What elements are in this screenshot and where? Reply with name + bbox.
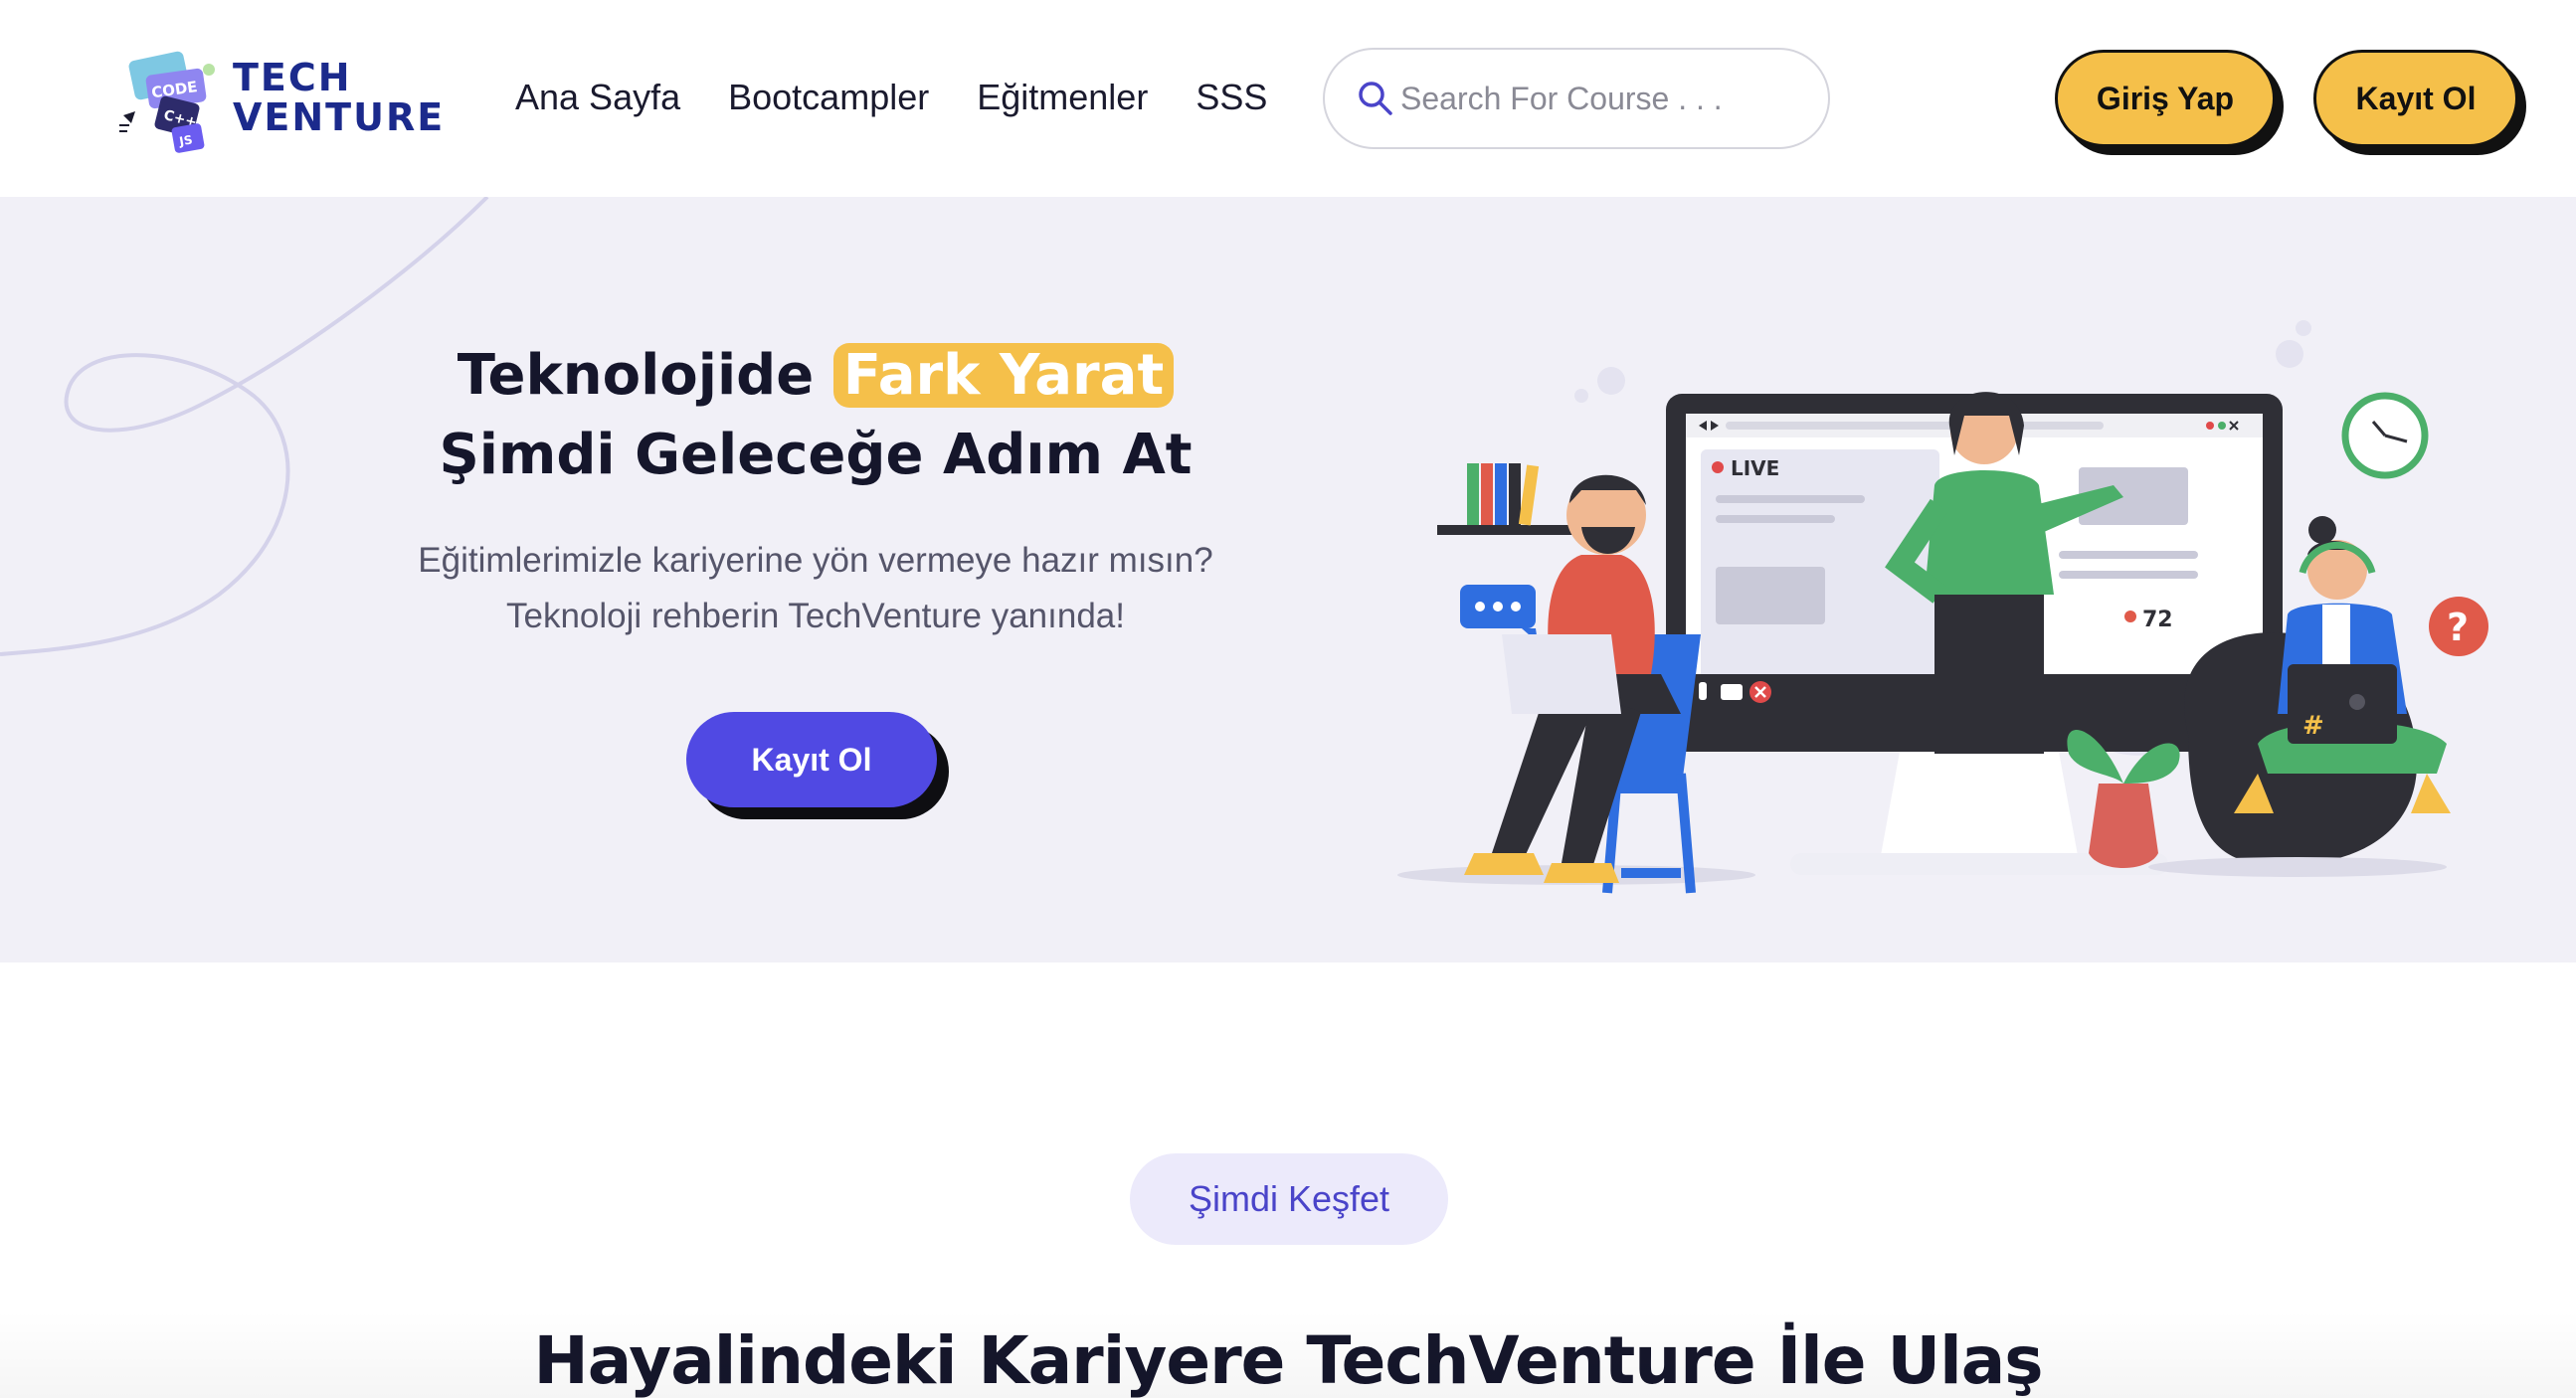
login-button[interactable]: Giriş Yap xyxy=(2055,50,2276,147)
explore-now-badge[interactable]: Şimdi Keşfet xyxy=(1130,1153,1448,1245)
hero-subtitle-line2: Teknoloji rehberin TechVenture yanında! xyxy=(505,597,1125,635)
hero-headline: Teknolojide Fark Yarat Şimdi Geleceğe Ad… xyxy=(358,336,1273,495)
hero-section: Teknolojide Fark Yarat Şimdi Geleceğe Ad… xyxy=(0,197,2576,962)
hash-mark: # xyxy=(2302,711,2324,741)
site-header: CODE C++ JS TECH VENTURE Ana Sayfa Bootc… xyxy=(0,0,2576,197)
mic-icon xyxy=(1699,682,1707,700)
hero-register-button[interactable]: Kayıt Ol xyxy=(686,712,937,807)
logo-word-venture: VENTURE xyxy=(233,95,446,139)
live-dot-icon xyxy=(1712,461,1724,473)
logo-js-text: JS xyxy=(177,132,193,148)
logo-wordmark: TECH VENTURE xyxy=(233,58,445,137)
laptop-icon xyxy=(1502,634,1621,714)
search-input[interactable] xyxy=(1400,80,1818,117)
register-button[interactable]: Kayıt Ol xyxy=(2313,50,2518,147)
nav-link-home[interactable]: Ana Sayfa xyxy=(515,72,680,123)
code-logo-icon: CODE C++ JS xyxy=(119,51,215,153)
search-icon xyxy=(1359,82,1392,115)
help-mark: ? xyxy=(2447,606,2469,649)
live-label: LIVE xyxy=(1731,456,1779,480)
hero-title-highlight: Fark Yarat xyxy=(832,343,1175,408)
woman-shirt xyxy=(1925,470,2054,595)
nav-link-faq[interactable]: SSS xyxy=(1196,72,1267,123)
plant-pot xyxy=(2089,784,2158,868)
viewer-icon xyxy=(2124,611,2136,622)
hero-subtitle-line1: Eğitimlerimizle kariyerine yön vermeye h… xyxy=(418,541,1213,580)
hero-title-line2: Şimdi Geleceğe Adım At xyxy=(439,423,1193,487)
hero-title-part1: Teknolojide xyxy=(457,343,815,408)
logo-word-tech: TECH xyxy=(233,56,352,99)
nav-link-instructors[interactable]: Eğitmenler xyxy=(977,72,1148,123)
nav-link-bootcamps[interactable]: Bootcampler xyxy=(728,72,929,123)
course-search-box[interactable] xyxy=(1323,48,1830,149)
main-nav: Ana Sayfa Bootcampler Eğitmenler SSS xyxy=(515,72,1267,123)
viewer-count: 72 xyxy=(2142,608,2173,632)
techventure-logo[interactable]: CODE C++ JS TECH VENTURE xyxy=(117,46,456,153)
online-learning-illustration: LIVE 72 ? # xyxy=(1397,320,2488,894)
camera-icon xyxy=(1721,684,1743,700)
section-heading: Hayalindeki Kariyere TechVenture İle Ula… xyxy=(533,1322,2043,1398)
hero-subtitle: Eğitimlerimizle kariyerine yön vermeye h… xyxy=(338,533,1293,644)
